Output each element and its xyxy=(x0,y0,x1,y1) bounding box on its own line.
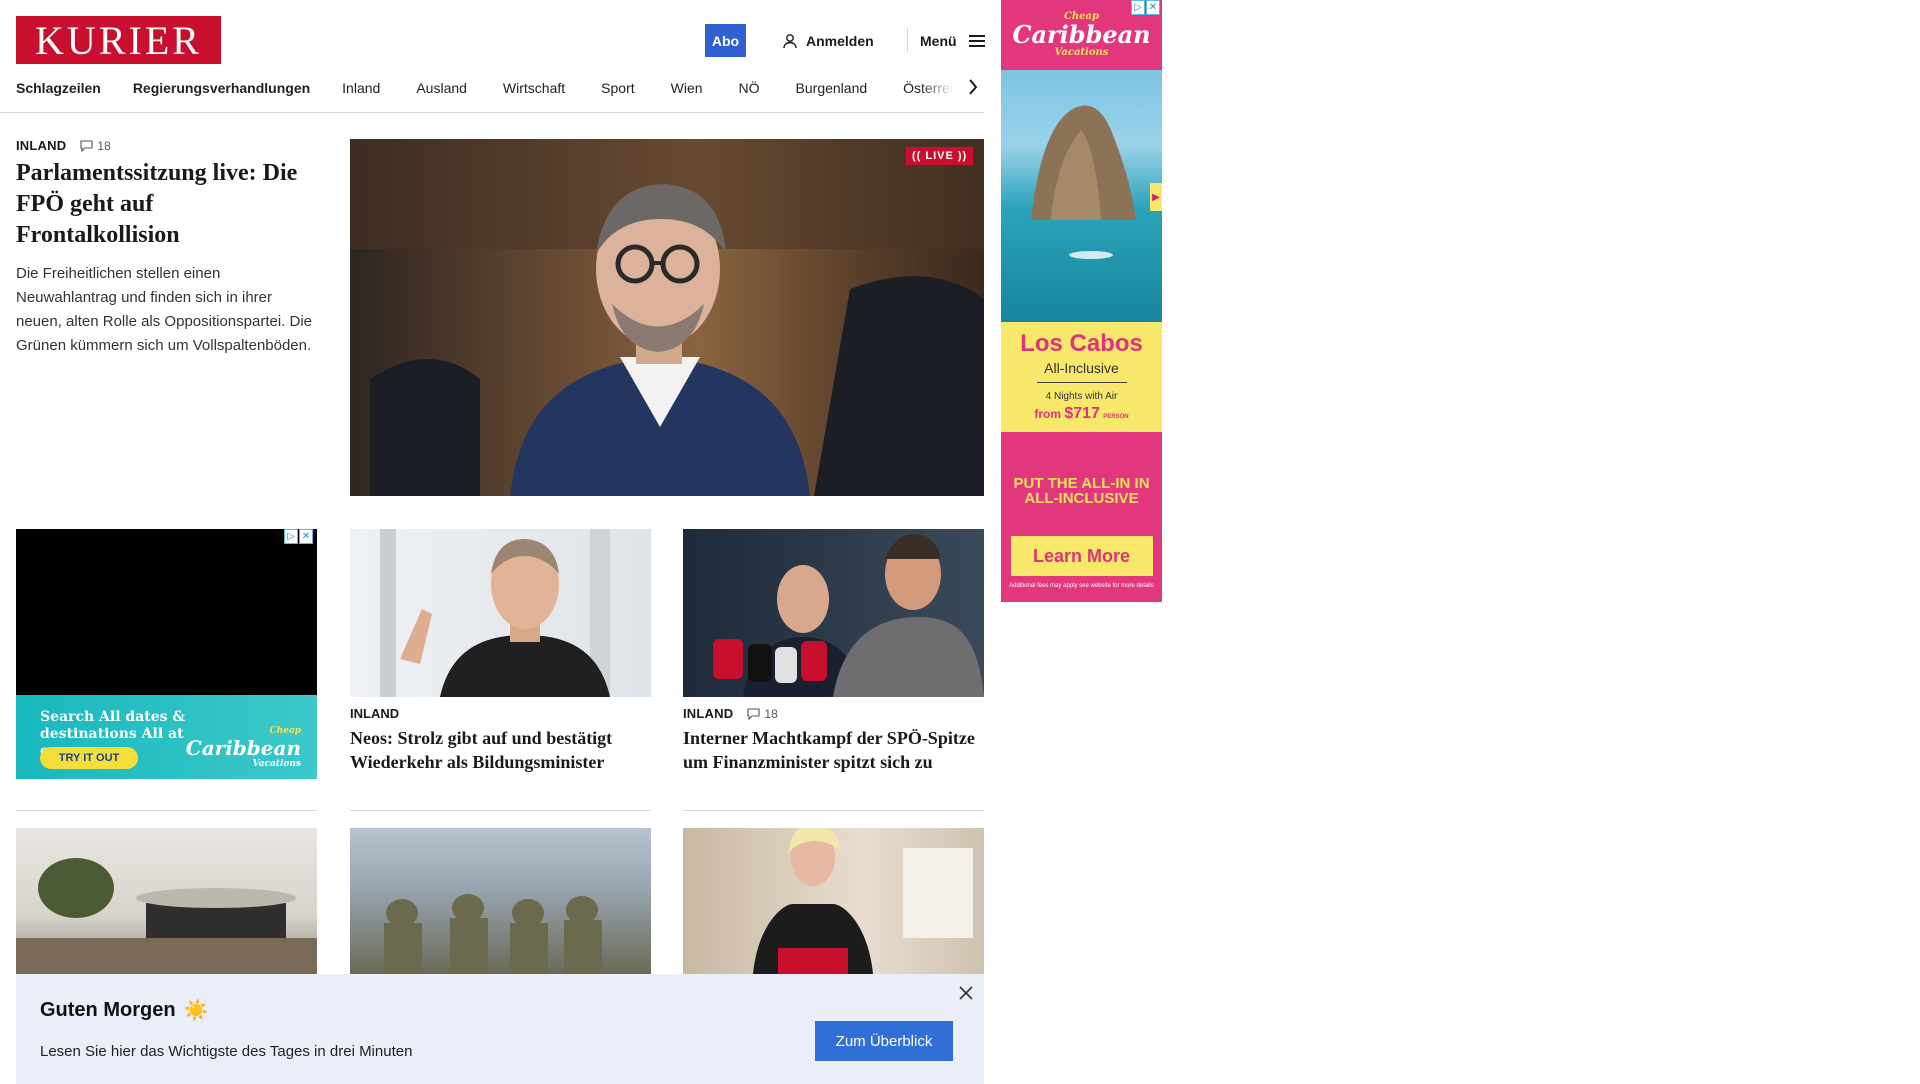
lead-comments[interactable]: 18 xyxy=(80,139,111,153)
sky-offer: Los Cabos All-Inclusive 4 Nights with Ai… xyxy=(1001,322,1162,432)
login-link[interactable]: Anmelden xyxy=(782,24,874,57)
nav-item-schlagzeilen[interactable]: Schlagzeilen xyxy=(16,80,101,96)
card-image-building[interactable] xyxy=(16,828,317,974)
comment-count: 18 xyxy=(764,706,779,721)
sky-photo xyxy=(1001,70,1162,322)
card-divider xyxy=(16,810,317,811)
card-photo xyxy=(753,828,973,974)
lead-teaser[interactable]: Die Freiheitlichen stellen einen Neuwahl… xyxy=(16,262,316,358)
sun-icon: ☀️ xyxy=(183,1000,209,1022)
header-divider-line xyxy=(0,112,984,113)
comment-count: 18 xyxy=(97,138,112,153)
nav-item-wien[interactable]: Wien xyxy=(671,80,703,96)
ad-left-brand-main: Caribbean xyxy=(185,736,301,760)
sky-price-value: $717 xyxy=(1064,405,1100,422)
card-divider xyxy=(683,810,984,811)
card-kicker-spoe[interactable]: INLAND 18 xyxy=(683,706,778,721)
card-photo xyxy=(713,534,984,697)
banner-subtitle: Lesen Sie hier das Wichtigste des Tages … xyxy=(40,1043,413,1060)
live-badge: (( LIVE )) xyxy=(906,147,974,165)
ad-left-brand-sub: Vacations xyxy=(252,759,302,769)
sky-price-suffix: PERSON xyxy=(1103,414,1129,420)
ad-left-brand-small: Cheap xyxy=(269,726,301,736)
learn-more-button[interactable]: Learn More xyxy=(1010,536,1153,576)
lead-section-label: INLAND xyxy=(16,138,67,153)
hamburger-icon xyxy=(968,34,985,47)
nav-item-regierungsverhandlungen[interactable]: Regierungsverhandlungen xyxy=(133,80,310,96)
sky-brand: Cheap Caribbean Vacations xyxy=(1012,11,1150,59)
card-headline-spoe[interactable]: Interner Machtkampf der SPÖ-Spitze um Fi… xyxy=(683,726,984,774)
nav-item-burgenland[interactable]: Burgenland xyxy=(796,80,868,96)
card-image-kitchen[interactable] xyxy=(683,828,984,974)
sky-fine-print: Additional fees may apply see website fo… xyxy=(1009,583,1154,589)
sky-nights: 4 Nights with Air xyxy=(1045,391,1118,402)
sky-rule xyxy=(1036,382,1127,383)
card-image-strolz[interactable] xyxy=(350,529,651,697)
ad-band: Search All dates & destinations All at o… xyxy=(16,695,317,779)
banner-title: Guten Morgen ☀️ xyxy=(40,998,208,1023)
lead-photo xyxy=(350,139,984,496)
sky-package: All-Inclusive xyxy=(1044,360,1119,376)
ad-try-button[interactable]: TRY IT OUT xyxy=(40,747,138,769)
nav-item-inland[interactable]: Inland xyxy=(342,80,380,96)
overview-button[interactable]: Zum Überblick xyxy=(815,1021,953,1061)
login-label: Anmelden xyxy=(806,32,874,49)
chevron-right-icon[interactable]: ▶ xyxy=(1150,183,1162,211)
card-image-soldiers[interactable] xyxy=(350,828,651,974)
ad-caribbean-medium-rectangle[interactable]: ▷ ✕ Search All dates & destinations All a… xyxy=(16,529,317,779)
sky-price-prefix: from xyxy=(1034,407,1062,421)
ad-choices-icon[interactable]: ▷ ✕ xyxy=(284,529,314,544)
ad-left-brand: Cheap Caribbean Vacations xyxy=(186,727,301,769)
chevron-right-icon[interactable] xyxy=(965,78,981,96)
ad-caribbean-skyscraper[interactable]: Cheap Caribbean Vacations ▷ ✕ ▶ Los Cabos… xyxy=(1001,0,1162,602)
menu-button[interactable]: Menü xyxy=(920,24,985,57)
nav-item-ausland[interactable]: Ausland xyxy=(416,80,467,96)
card-section-label: INLAND xyxy=(683,706,734,721)
comment-icon xyxy=(747,707,760,720)
card-kicker-strolz[interactable]: INLAND xyxy=(350,706,399,721)
nav-item-wirtschaft[interactable]: Wirtschaft xyxy=(503,80,565,96)
lead-image[interactable] xyxy=(350,139,984,496)
comment-icon xyxy=(80,139,93,152)
sky-cta-area: PUT THE ALL-IN IN ALL-INCLUSIVE Learn Mo… xyxy=(1001,432,1162,602)
ad-choices-icon[interactable]: ▷ ✕ xyxy=(1131,0,1161,15)
sky-destination: Los Cabos xyxy=(1020,330,1143,357)
kurier-logo[interactable]: KURIER xyxy=(16,16,221,64)
close-icon[interactable] xyxy=(957,984,975,1002)
card-photo xyxy=(384,894,602,974)
card-photo xyxy=(16,858,317,974)
section-nav: Schlagzeilen Regierungsverhandlungen Inl… xyxy=(16,72,976,104)
sky-slogan: PUT THE ALL-IN IN ALL-INCLUSIVE xyxy=(1013,475,1150,507)
banner-title-text: Guten Morgen xyxy=(40,999,176,1021)
card-headline-strolz[interactable]: Neos: Strolz gibt auf und bestätigt Wied… xyxy=(350,726,651,774)
nav-item-sport[interactable]: Sport xyxy=(601,80,634,96)
lead-kicker[interactable]: INLAND 18 xyxy=(16,138,111,153)
card-divider xyxy=(350,810,651,811)
card-comments[interactable]: 18 xyxy=(747,707,778,721)
card-image-spoe[interactable] xyxy=(683,529,984,697)
sky-brand-main: Caribbean xyxy=(1012,20,1151,49)
nav-item-noe[interactable]: NÖ xyxy=(739,80,760,96)
card-photo xyxy=(380,529,610,697)
user-icon xyxy=(783,33,797,48)
lead-headline[interactable]: Parlamentssitzung live: Die FPÖ geht auf… xyxy=(16,158,306,251)
header-divider xyxy=(907,28,908,52)
abo-button[interactable]: Abo xyxy=(705,24,746,57)
sky-price: from $717 PERSON xyxy=(1001,405,1162,423)
menu-label: Menü xyxy=(920,32,957,49)
